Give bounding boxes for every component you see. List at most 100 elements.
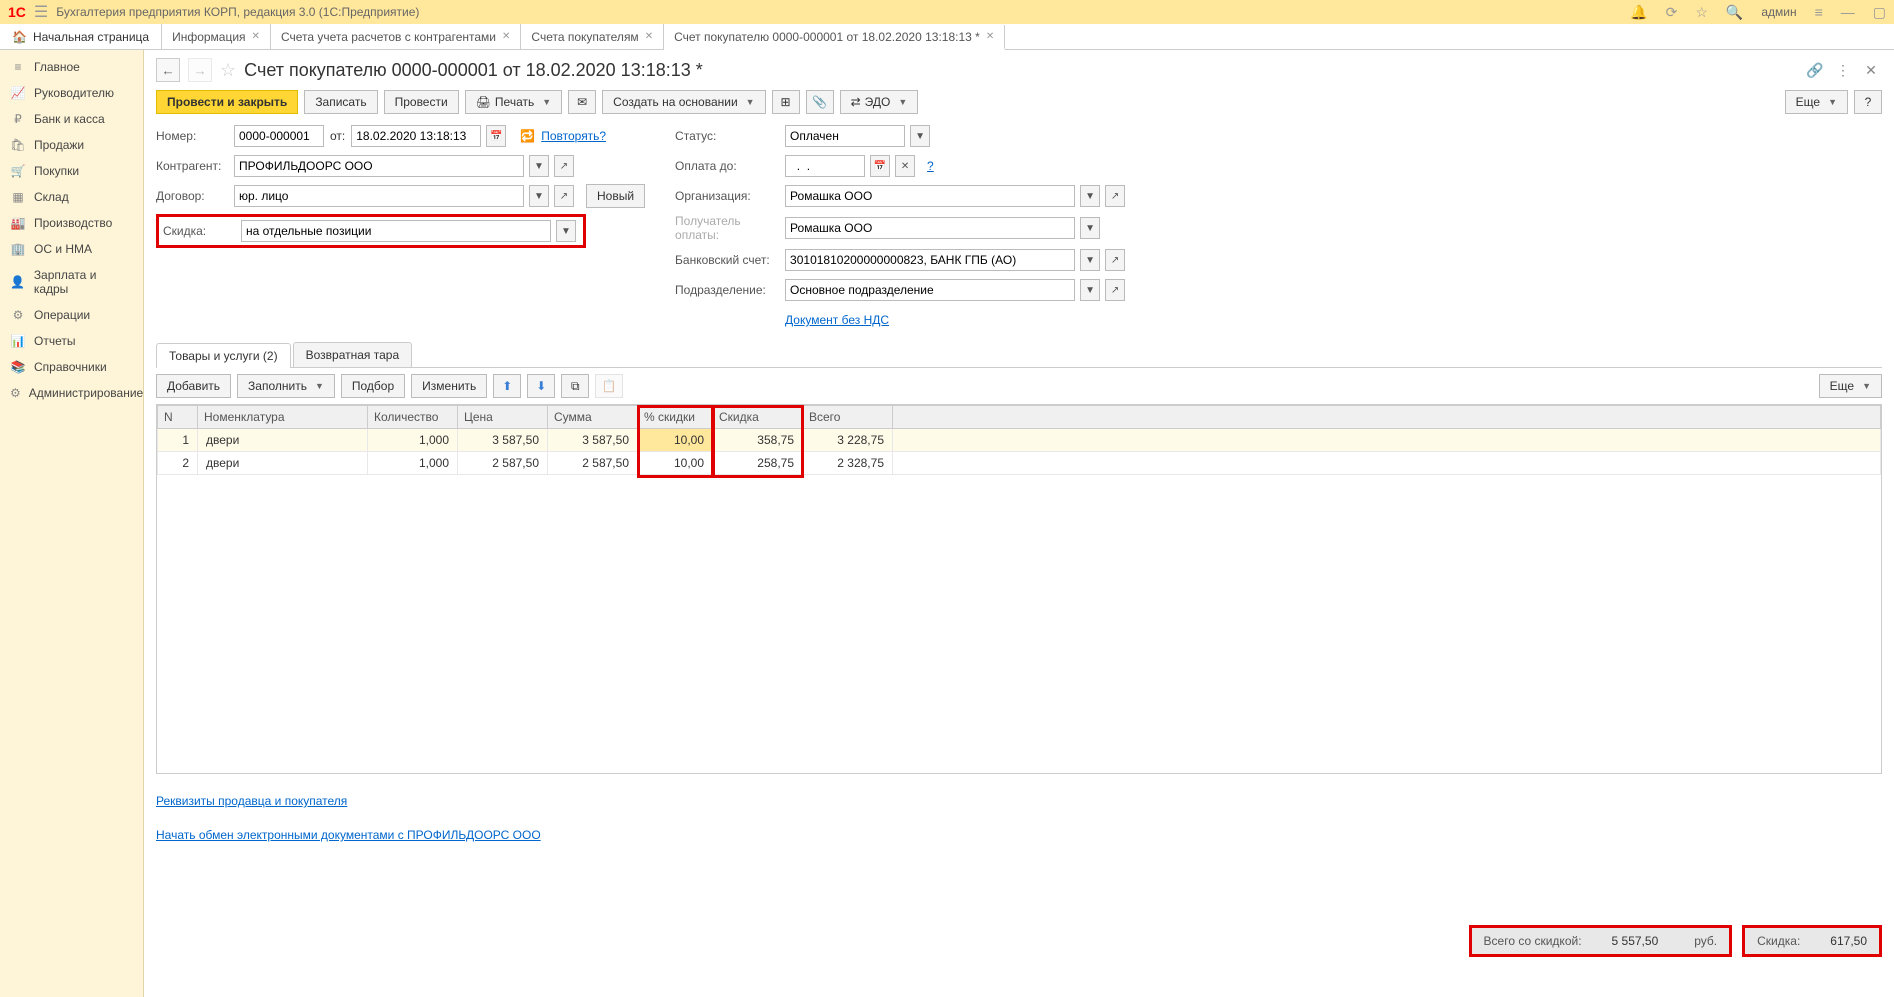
- close-icon[interactable]: ✕: [645, 31, 653, 42]
- sidebar-item-admin[interactable]: ⚙Администрирование: [0, 380, 143, 406]
- print-button[interactable]: 🖨Печать▼: [465, 90, 562, 114]
- dropdown-button[interactable]: ▼: [556, 220, 576, 242]
- contractor-input[interactable]: [234, 155, 524, 177]
- cell-disc[interactable]: 358,75: [713, 429, 803, 452]
- dropdown-button[interactable]: ▼: [1080, 279, 1100, 301]
- cell-total[interactable]: 3 228,75: [803, 429, 893, 452]
- col-sum[interactable]: Сумма: [548, 406, 638, 429]
- more-icon[interactable]: ⋮: [1832, 59, 1854, 81]
- col-n[interactable]: N: [158, 406, 198, 429]
- settings-icon[interactable]: ≡: [1815, 4, 1823, 20]
- sidebar-item-salary[interactable]: 👤Зарплата и кадры: [0, 262, 143, 302]
- forward-button[interactable]: →: [188, 58, 212, 82]
- cell-qty[interactable]: 1,000: [368, 429, 458, 452]
- home-tab[interactable]: 🏠 Начальная страница: [0, 24, 162, 49]
- help-link[interactable]: ?: [927, 159, 934, 173]
- seller-details-link[interactable]: Реквизиты продавца и покупателя: [156, 794, 347, 808]
- edo-button[interactable]: ⇄ЭДО▼: [840, 90, 919, 114]
- edit-button[interactable]: Изменить: [411, 374, 487, 398]
- sidebar-item-warehouse[interactable]: ▦Склад: [0, 184, 143, 210]
- bell-icon[interactable]: 🔔: [1630, 4, 1647, 21]
- post-button[interactable]: Провести: [384, 90, 459, 114]
- cell-price[interactable]: 2 587,50: [458, 452, 548, 475]
- minimize-icon[interactable]: —: [1841, 4, 1855, 20]
- dropdown-button[interactable]: ▼: [529, 185, 549, 207]
- dropdown-button[interactable]: ▼: [1080, 185, 1100, 207]
- tab-returns[interactable]: Возвратная тара: [293, 342, 413, 367]
- sidebar-item-purchases[interactable]: 🛒Покупки: [0, 158, 143, 184]
- cell-sum[interactable]: 3 587,50: [548, 429, 638, 452]
- dropdown-button[interactable]: ▼: [1080, 217, 1100, 239]
- table-row[interactable]: 2двери1,0002 587,502 587,5010,00258,752 …: [158, 452, 1881, 475]
- history-icon[interactable]: ⟳: [1666, 4, 1678, 21]
- col-total[interactable]: Всего: [803, 406, 893, 429]
- dropdown-button[interactable]: ▼: [529, 155, 549, 177]
- open-button[interactable]: ↗: [554, 185, 574, 207]
- pay-until-input[interactable]: [785, 155, 865, 177]
- edo-start-link[interactable]: Начать обмен электронными документами с …: [156, 828, 541, 842]
- col-item[interactable]: Номенклатура: [198, 406, 368, 429]
- calendar-button[interactable]: 📅: [486, 125, 506, 147]
- cell-total[interactable]: 2 328,75: [803, 452, 893, 475]
- post-close-button[interactable]: Провести и закрыть: [156, 90, 298, 114]
- cell-item[interactable]: двери: [198, 452, 368, 475]
- col-price[interactable]: Цена: [458, 406, 548, 429]
- save-button[interactable]: Записать: [304, 90, 377, 114]
- sidebar-item-operations[interactable]: ⚙Операции: [0, 302, 143, 328]
- number-input[interactable]: [234, 125, 324, 147]
- cell-disc-pct[interactable]: 10,00: [638, 429, 713, 452]
- date-input[interactable]: [351, 125, 481, 147]
- sidebar-item-production[interactable]: 🏭Производство: [0, 210, 143, 236]
- cell-disc-pct[interactable]: 10,00: [638, 452, 713, 475]
- attach-button[interactable]: 📎: [806, 90, 834, 114]
- col-qty[interactable]: Количество: [368, 406, 458, 429]
- table-more-button[interactable]: Еще▼: [1819, 374, 1882, 398]
- more-button[interactable]: Еще▼: [1785, 90, 1848, 114]
- fill-button[interactable]: Заполнить▼: [237, 374, 335, 398]
- col-disc-pct[interactable]: % скидки: [638, 406, 713, 429]
- cell-sum[interactable]: 2 587,50: [548, 452, 638, 475]
- help-button[interactable]: ?: [1854, 90, 1882, 114]
- link-icon[interactable]: 🔗: [1804, 59, 1826, 81]
- discount-select[interactable]: [241, 220, 551, 242]
- restore-icon[interactable]: ▢: [1873, 4, 1886, 21]
- tab-info[interactable]: Информация ✕: [162, 24, 271, 49]
- close-icon[interactable]: ✕: [502, 31, 510, 42]
- payee-input[interactable]: [785, 217, 1075, 239]
- repeat-link[interactable]: Повторять?: [541, 129, 606, 143]
- sidebar-item-manager[interactable]: 📈Руководителю: [0, 80, 143, 106]
- dept-input[interactable]: [785, 279, 1075, 301]
- cell-disc[interactable]: 258,75: [713, 452, 803, 475]
- close-icon[interactable]: ✕: [986, 31, 994, 42]
- email-button[interactable]: ✉: [568, 90, 596, 114]
- open-button[interactable]: ↗: [1105, 249, 1125, 271]
- tab-invoices[interactable]: Счета покупателям ✕: [521, 24, 664, 49]
- open-button[interactable]: ↗: [1105, 185, 1125, 207]
- sidebar-item-sales[interactable]: 🛍Продажи: [0, 132, 143, 158]
- create-based-button[interactable]: Создать на основании▼: [602, 90, 765, 114]
- menu-icon[interactable]: ☰: [34, 2, 48, 22]
- select-button[interactable]: Подбор: [341, 374, 405, 398]
- status-select[interactable]: [785, 125, 905, 147]
- add-button[interactable]: Добавить: [156, 374, 231, 398]
- no-vat-link[interactable]: Документ без НДС: [785, 313, 889, 327]
- search-icon[interactable]: 🔍: [1726, 4, 1743, 21]
- cell-item[interactable]: двери: [198, 429, 368, 452]
- back-button[interactable]: ←: [156, 58, 180, 82]
- favorite-icon[interactable]: ☆: [220, 60, 236, 81]
- tab-accounts[interactable]: Счета учета расчетов с контрагентами ✕: [271, 24, 521, 49]
- close-icon[interactable]: ✕: [252, 31, 260, 42]
- sidebar-item-os[interactable]: 🏢ОС и НМА: [0, 236, 143, 262]
- calendar-button[interactable]: 📅: [870, 155, 890, 177]
- sidebar-item-reports[interactable]: 📊Отчеты: [0, 328, 143, 354]
- open-button[interactable]: ↗: [1105, 279, 1125, 301]
- sidebar-item-bank[interactable]: ₽Банк и касса: [0, 106, 143, 132]
- copy-button[interactable]: ⧉: [561, 374, 589, 398]
- open-button[interactable]: ↗: [554, 155, 574, 177]
- move-down-button[interactable]: ⬇: [527, 374, 555, 398]
- col-disc[interactable]: Скидка: [713, 406, 803, 429]
- sidebar-item-main[interactable]: ≡Главное: [0, 54, 143, 80]
- move-up-button[interactable]: ⬆: [493, 374, 521, 398]
- template-button[interactable]: ⊞: [772, 90, 800, 114]
- table-row[interactable]: 1двери1,0003 587,503 587,5010,00358,753 …: [158, 429, 1881, 452]
